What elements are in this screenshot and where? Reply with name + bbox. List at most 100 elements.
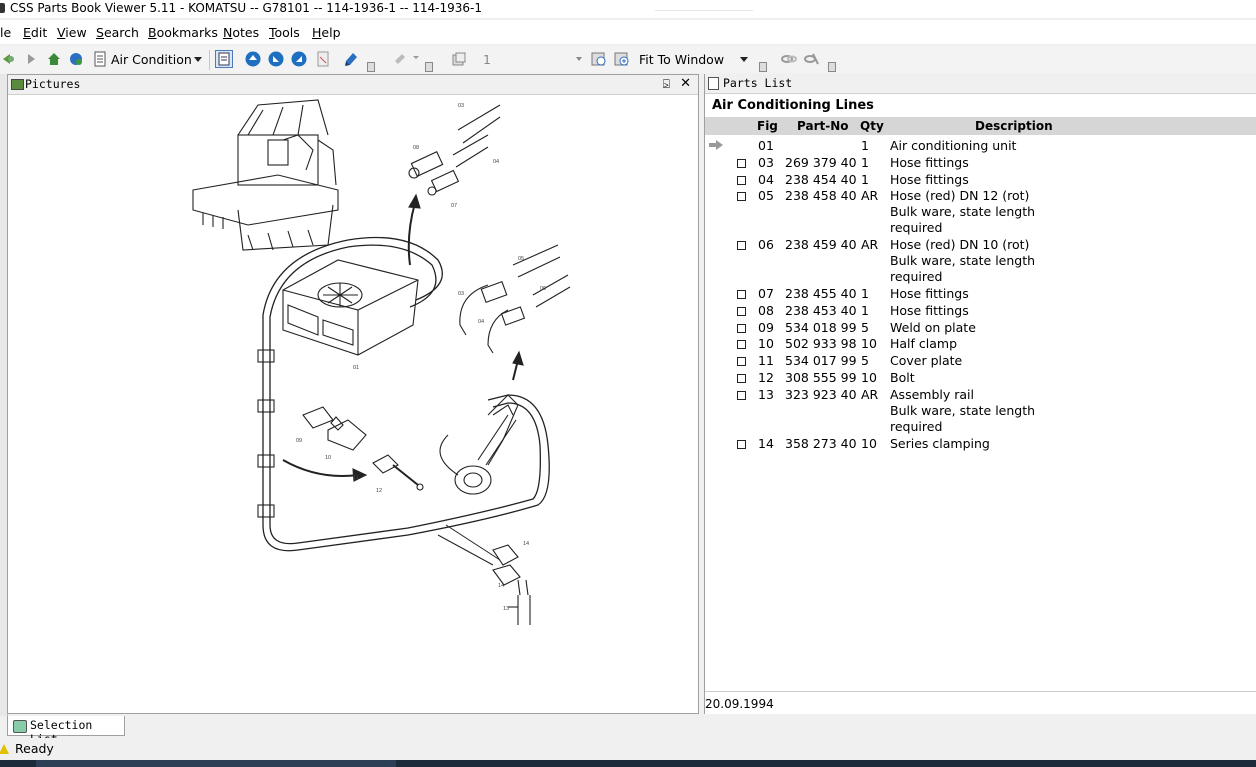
thumbnail-view-icon[interactable]	[215, 50, 233, 68]
table-row[interactable]: 12 308 555 99 10 Bolt	[705, 370, 1256, 387]
pages-icon[interactable]	[451, 51, 467, 67]
drawing-label[interactable]: 13	[503, 606, 509, 612]
column-qty[interactable]: Qty	[860, 119, 884, 133]
table-row[interactable]: 08 238 453 40 1 Hose fittings	[705, 303, 1256, 320]
drawing-label[interactable]: 08	[413, 145, 419, 151]
row-checkbox[interactable]	[737, 340, 746, 350]
back-icon[interactable]	[0, 51, 16, 67]
table-row[interactable]: 14 358 273 40 10 Series clamping	[705, 436, 1256, 453]
unlink-icon[interactable]	[804, 51, 820, 67]
drawing-label[interactable]: 07	[451, 203, 457, 209]
window-controls[interactable]	[655, 10, 753, 17]
menu-file[interactable]: le	[0, 25, 11, 40]
table-row[interactable]: 04 238 454 40 1 Hose fittings	[705, 172, 1256, 189]
row-fig: 08	[758, 302, 774, 318]
row-description: Hose (red) DN 10 (rot) Bulk ware, state …	[890, 237, 1036, 285]
menu-edit[interactable]: Edit	[23, 25, 47, 40]
drawing-label[interactable]: 11	[353, 475, 359, 481]
drawing-label[interactable]: 10	[325, 455, 331, 461]
toolbar-grip[interactable]	[759, 62, 767, 72]
zoom-out-icon[interactable]	[591, 51, 607, 67]
table-row[interactable]: 09 534 018 99 5 Weld on plate	[705, 320, 1256, 337]
row-part-no: 534 017 99	[785, 353, 857, 369]
previous-page-icon[interactable]	[268, 51, 284, 67]
menu-help[interactable]: Help	[312, 25, 341, 40]
note-chevron-down-icon[interactable]	[413, 56, 419, 59]
drawing-label[interactable]: 05	[518, 256, 524, 262]
toolbar-grip[interactable]	[425, 62, 433, 72]
row-part-no: 238 459 40	[785, 237, 857, 253]
row-checkbox[interactable]	[737, 439, 746, 449]
menu-bookmarks[interactable]: Bookmarks	[148, 25, 218, 40]
row-description: Assembly rail Bulk ware, state length re…	[890, 386, 1036, 434]
table-row[interactable]: 13 323 923 40 AR Assembly rail Bulk ware, s…	[705, 387, 1256, 436]
row-checkbox[interactable]	[737, 373, 746, 383]
toolbar-grip[interactable]	[828, 62, 836, 72]
parts-drawing[interactable]: 03 08 04 07 05 06 03 04 01 09 10 11 12 1…	[188, 95, 588, 630]
first-page-icon[interactable]	[245, 51, 261, 67]
zoom-in-icon[interactable]	[614, 51, 630, 67]
note-icon[interactable]	[392, 51, 408, 67]
close-icon[interactable]: ✕	[680, 76, 691, 91]
drawing-label[interactable]: 03	[458, 291, 464, 297]
drawing-label[interactable]: 14	[498, 583, 504, 589]
zoom-combo-chevron-down-icon[interactable]	[740, 57, 748, 62]
menu-search[interactable]: Search	[96, 25, 139, 40]
print-preview-icon[interactable]	[315, 51, 331, 67]
row-part-no: 308 555 99	[785, 369, 857, 385]
menu-view[interactable]: View	[57, 25, 87, 40]
row-checkbox[interactable]	[737, 323, 746, 333]
drawing-label[interactable]: 04	[493, 159, 499, 165]
drawing-label[interactable]: 12	[376, 488, 382, 494]
row-checkbox[interactable]	[737, 357, 746, 367]
column-fig[interactable]: Fig	[757, 119, 778, 133]
home-icon[interactable]	[46, 51, 62, 67]
page-number-chevron-down-icon[interactable]	[576, 57, 582, 61]
drawing-label[interactable]: 03	[458, 103, 464, 109]
row-qty: AR	[861, 237, 879, 253]
row-checkbox[interactable]	[737, 175, 746, 185]
drawing-label[interactable]: 01	[353, 365, 359, 371]
row-qty: 5	[861, 353, 869, 369]
row-checkbox[interactable]	[737, 390, 746, 400]
zoom-combo[interactable]: Fit To Window	[639, 52, 724, 67]
column-description[interactable]: Description	[975, 119, 1053, 133]
tab-selection-list[interactable]: Selection List	[7, 716, 125, 746]
menu-tools[interactable]: Tools	[269, 25, 300, 40]
row-part-no: 238 454 40	[785, 171, 857, 187]
row-qty: 1	[861, 285, 869, 301]
page-number-combo[interactable]: 1	[483, 52, 491, 67]
drawing-label[interactable]: 14	[523, 541, 529, 547]
link-icon[interactable]	[781, 51, 797, 67]
next-page-icon[interactable]	[291, 51, 307, 67]
bookmark-icon[interactable]	[343, 51, 359, 67]
drawing-label[interactable]: 06	[540, 286, 546, 292]
row-checkbox[interactable]	[737, 306, 746, 316]
toolbar-grip[interactable]	[367, 62, 375, 72]
menu-bar: le Edit View Search Bookmarks Notes Tool…	[0, 20, 1256, 44]
pin-icon[interactable]: ⍄	[663, 77, 670, 92]
table-row[interactable]: 03 269 379 40 1 Hose fittings	[705, 155, 1256, 172]
row-fig: 01	[758, 138, 774, 153]
table-row[interactable]: 10 502 933 98 10 Half clamp	[705, 336, 1256, 353]
menu-notes[interactable]: Notes	[223, 25, 259, 40]
row-checkbox[interactable]	[737, 289, 746, 299]
row-description: Hose fittings	[890, 302, 969, 318]
column-part-no[interactable]: Part-No	[797, 119, 849, 133]
drawing-label[interactable]: 04	[478, 319, 484, 325]
refresh-icon[interactable]	[68, 51, 84, 67]
row-checkbox[interactable]	[737, 192, 746, 202]
table-row[interactable]: 11 534 017 99 5 Cover plate	[705, 353, 1256, 370]
table-row[interactable]: 05 238 458 40 AR Hose (red) DN 12 (rot) Bul…	[705, 188, 1256, 237]
table-row[interactable]: 06 238 459 40 AR Hose (red) DN 10 (rot) Bul…	[705, 237, 1256, 286]
table-row[interactable]: 01 1 Air conditioning unit	[705, 138, 1256, 155]
table-row[interactable]: 07 238 455 40 1 Hose fittings	[705, 286, 1256, 303]
forward-icon[interactable]	[22, 51, 38, 67]
drawing-label[interactable]: 09	[296, 438, 302, 444]
row-description: Hose fittings	[890, 154, 969, 170]
row-checkbox[interactable]	[737, 241, 746, 251]
section-combo[interactable]: Air Condition	[111, 52, 192, 67]
status-bar: Ready	[0, 738, 1256, 760]
section-combo-chevron-down-icon[interactable]	[194, 57, 202, 62]
row-checkbox[interactable]	[737, 158, 746, 168]
